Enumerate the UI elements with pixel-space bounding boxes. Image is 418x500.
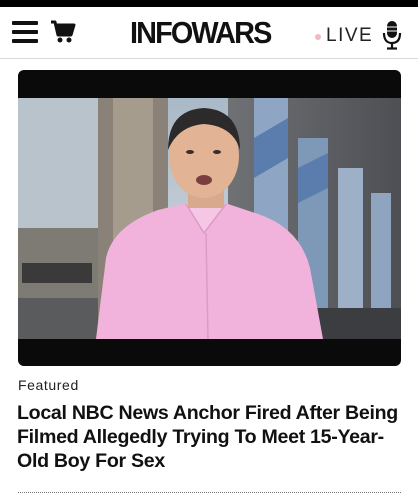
- hamburger-menu-icon[interactable]: [12, 21, 38, 43]
- cart-icon[interactable]: [50, 19, 76, 45]
- video-frame-image: [18, 98, 401, 339]
- live-label[interactable]: LIVE: [326, 25, 373, 47]
- site-logo[interactable]: INFOWARS: [130, 15, 272, 51]
- live-indicator-dot: [315, 34, 321, 40]
- site-header: INFOWARS LIVE: [0, 7, 418, 59]
- article-headline[interactable]: Local NBC News Anchor Fired After Being …: [17, 401, 412, 473]
- microphone-icon[interactable]: [382, 20, 402, 50]
- dotted-divider: [18, 492, 401, 493]
- featured-video-thumbnail[interactable]: [18, 70, 401, 366]
- article-category[interactable]: Featured: [18, 377, 79, 393]
- top-status-bar: [0, 0, 418, 7]
